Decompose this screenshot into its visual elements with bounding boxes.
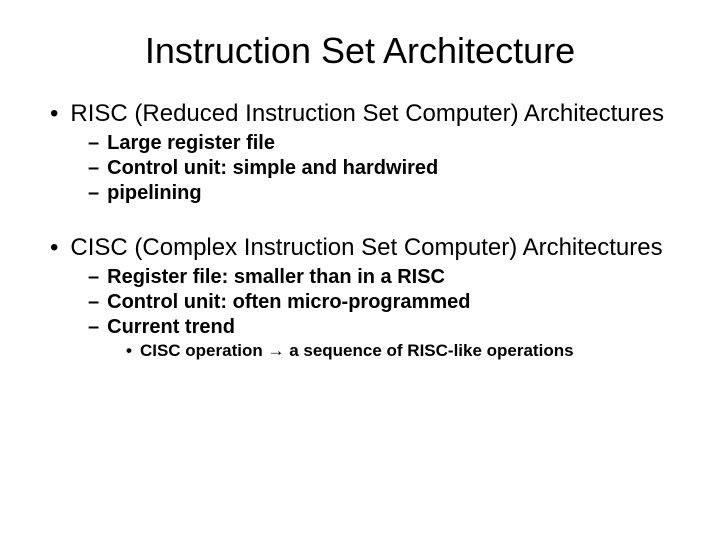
subsubbullet-text: CISC operation → a sequence of RISC-like… xyxy=(140,340,574,362)
bullet-marker: • xyxy=(50,100,58,129)
arrow-icon: → xyxy=(267,341,284,360)
dash-marker: – xyxy=(88,181,99,206)
bullet-risc: • RISC (Reduced Instruction Set Computer… xyxy=(50,100,690,129)
bullet-marker: • xyxy=(126,340,132,362)
subbullet-cisc-0: – Register file: smaller than in a RISC xyxy=(88,265,690,290)
subbullet-cisc-2: – Current trend xyxy=(88,315,690,340)
subbullet-text: Register file: smaller than in a RISC xyxy=(107,265,445,290)
subbullet-risc-1: – Control unit: simple and hardwired xyxy=(88,156,690,181)
subbullet-risc-0: – Large register file xyxy=(88,131,690,156)
subbullet-text: Large register file xyxy=(107,131,275,156)
subbullet-text: Control unit: often micro-programmed xyxy=(107,290,470,315)
bullet-text: CISC (Complex Instruction Set Computer) … xyxy=(70,234,662,263)
subbullet-cisc-1: – Control unit: often micro-programmed xyxy=(88,290,690,315)
dash-marker: – xyxy=(88,156,99,181)
bullet-text: RISC (Reduced Instruction Set Computer) … xyxy=(70,100,664,129)
bullet-cisc: • CISC (Complex Instruction Set Computer… xyxy=(50,234,690,263)
dash-marker: – xyxy=(88,131,99,156)
dash-marker: – xyxy=(88,315,99,340)
subbullet-text: Control unit: simple and hardwired xyxy=(107,156,438,181)
subsubbullet-cisc-trend: • CISC operation → a sequence of RISC-li… xyxy=(126,340,690,362)
subbullet-text: Current trend xyxy=(107,315,235,340)
dash-marker: – xyxy=(88,290,99,315)
dash-marker: – xyxy=(88,265,99,290)
bullet-marker: • xyxy=(50,234,58,263)
subbullet-risc-2: – pipelining xyxy=(88,181,690,206)
slide-title: Instruction Set Architecture xyxy=(60,30,660,72)
subbullet-text: pipelining xyxy=(107,181,201,206)
